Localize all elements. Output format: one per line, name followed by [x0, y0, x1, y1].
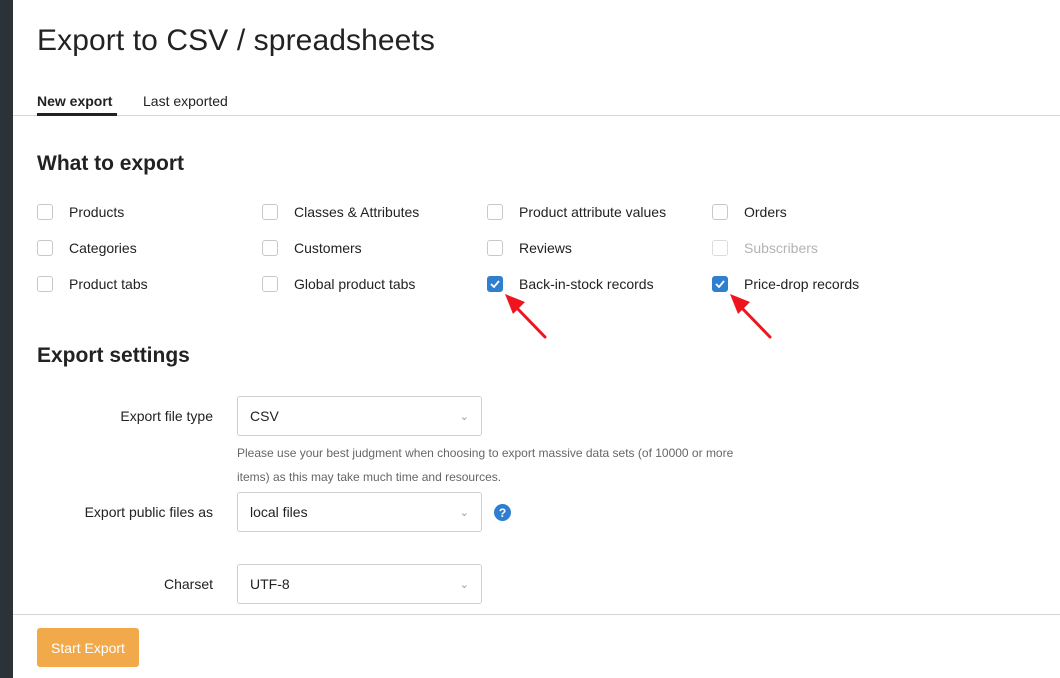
option-reviews[interactable]: Reviews	[487, 238, 572, 258]
option-label: Reviews	[519, 240, 572, 256]
checkbox	[712, 240, 728, 256]
option-product-tabs[interactable]: Product tabs	[37, 274, 148, 294]
option-label: Subscribers	[744, 240, 818, 256]
option-categories[interactable]: Categories	[37, 238, 137, 258]
left-sidebar-rail	[0, 0, 13, 678]
select-value: CSV	[250, 408, 279, 424]
tab-bar: New export Last exported	[13, 90, 1060, 116]
export-help-text: Please use your best judgment when choos…	[237, 446, 734, 484]
checkbox[interactable]	[37, 240, 53, 256]
page-title: Export to CSV / spreadsheets	[37, 24, 435, 57]
checkbox[interactable]	[262, 240, 278, 256]
start-export-button[interactable]: Start Export	[37, 628, 139, 667]
option-label: Global product tabs	[294, 276, 416, 292]
tab-new-export[interactable]: New export	[37, 93, 117, 116]
option-label: Product tabs	[69, 276, 148, 292]
export-file-type-label: Export file type	[120, 408, 213, 424]
checkbox[interactable]	[37, 204, 53, 220]
option-label: Categories	[69, 240, 137, 256]
export-settings-heading: Export settings	[37, 344, 190, 367]
export-public-files-label: Export public files as	[84, 504, 213, 520]
checkbox[interactable]	[487, 240, 503, 256]
select-value: local files	[250, 504, 308, 520]
option-price-drop-records[interactable]: Price-drop records	[712, 274, 859, 294]
option-subscribers: Subscribers	[712, 238, 818, 258]
option-orders[interactable]: Orders	[712, 202, 787, 222]
option-label: Product attribute values	[519, 204, 667, 220]
chevron-down-icon: ⌄	[459, 410, 469, 423]
option-label: Orders	[744, 204, 787, 220]
option-label: Back-in-stock records	[519, 276, 654, 292]
annotation-arrow-icon	[730, 294, 772, 339]
tab-last-exported[interactable]: Last exported	[143, 93, 228, 116]
option-label: Customers	[294, 240, 362, 256]
option-back-in-stock-records[interactable]: Back-in-stock records	[487, 274, 654, 294]
chevron-down-icon: ⌄	[459, 506, 469, 519]
checkbox[interactable]	[262, 204, 278, 220]
option-products[interactable]: Products	[37, 202, 124, 222]
checkbox[interactable]	[712, 204, 728, 220]
charset-select[interactable]: UTF-8 ⌄	[237, 564, 482, 604]
sticky-footer: Start Export	[13, 614, 1060, 678]
option-label: Classes & Attributes	[294, 204, 420, 220]
option-classes-attributes[interactable]: Classes & Attributes	[262, 202, 419, 222]
option-label: Products	[69, 204, 125, 220]
option-global-product-tabs[interactable]: Global product tabs	[262, 274, 415, 294]
option-customers[interactable]: Customers	[262, 238, 362, 258]
chevron-down-icon: ⌄	[459, 578, 469, 591]
annotation-arrow-icon	[505, 294, 547, 339]
checkbox[interactable]	[487, 276, 503, 292]
checkbox[interactable]	[37, 276, 53, 292]
checkbox[interactable]	[487, 204, 503, 220]
export-page: Export to CSV / spreadsheets New export …	[13, 0, 1060, 678]
charset-label: Charset	[163, 576, 213, 592]
help-icon[interactable]: ?	[494, 504, 511, 521]
export-public-files-select[interactable]: local files ⌄	[237, 492, 482, 532]
checkbox[interactable]	[262, 276, 278, 292]
option-label: Price-drop records	[744, 276, 860, 292]
what-to-export-heading: What to export	[37, 152, 184, 175]
export-file-type-select[interactable]: CSV ⌄	[237, 396, 482, 436]
select-value: UTF-8	[250, 576, 290, 592]
option-product-attribute-values[interactable]: Product attribute values	[487, 202, 666, 222]
checkbox[interactable]	[712, 276, 728, 292]
